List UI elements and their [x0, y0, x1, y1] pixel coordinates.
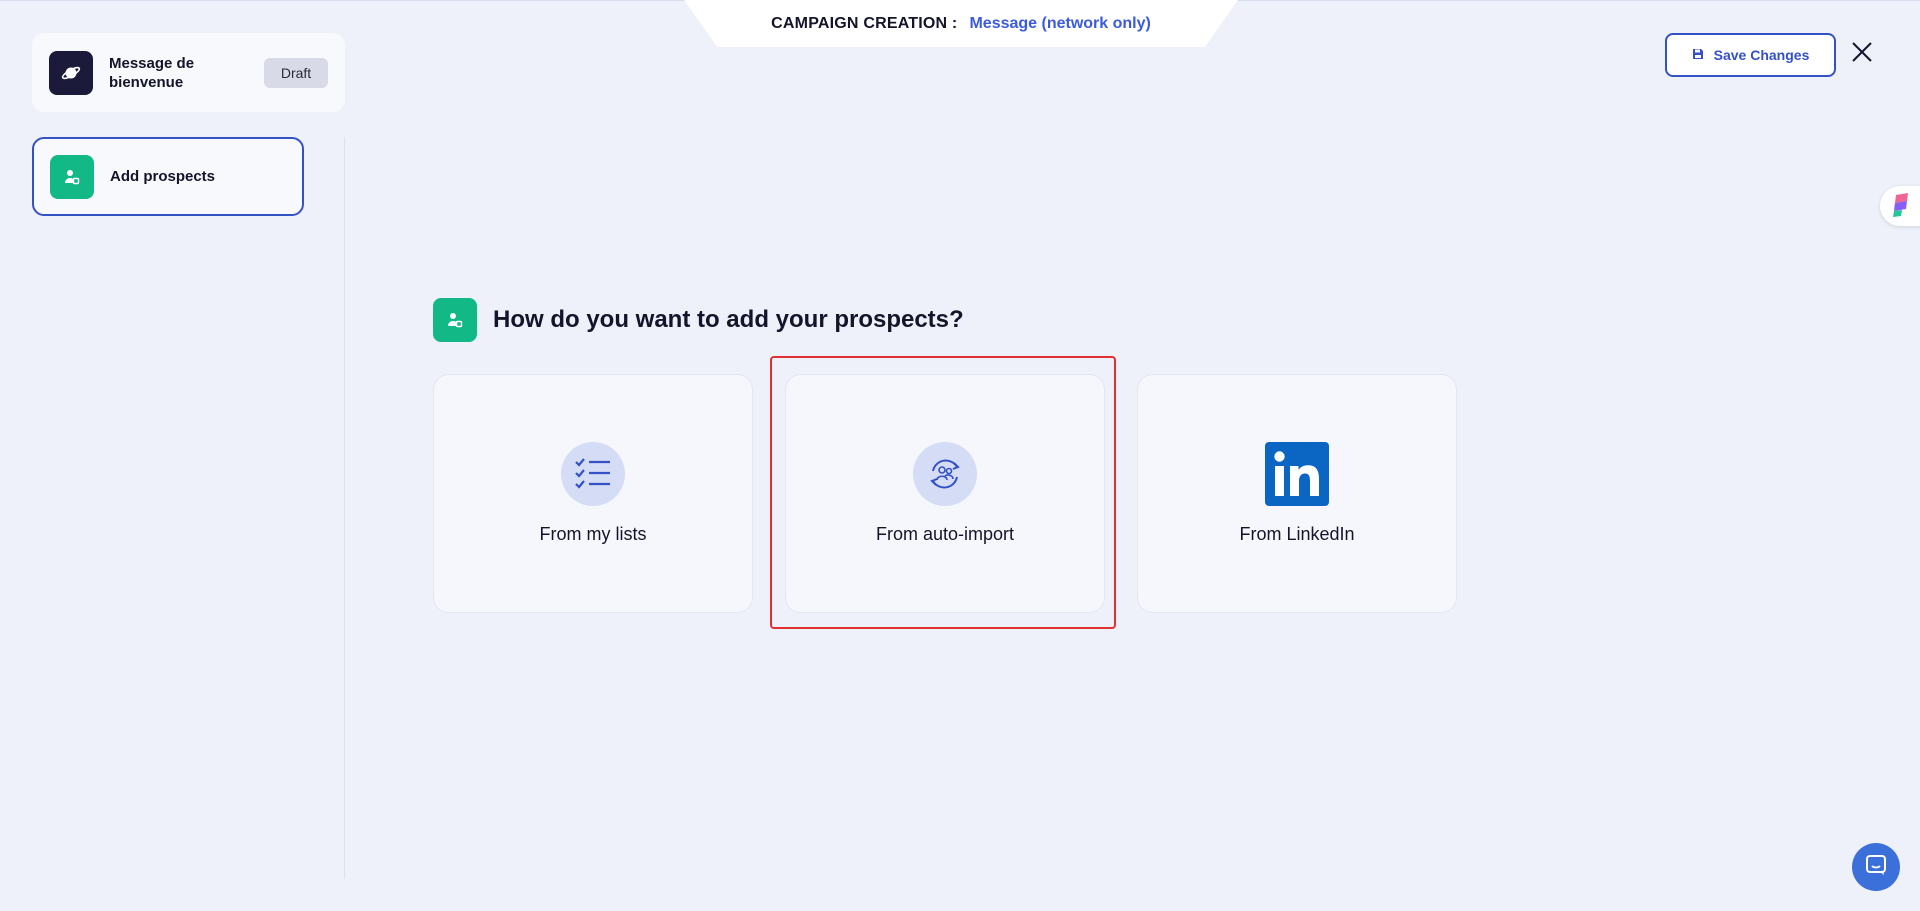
save-changes-button[interactable]: Save Changes: [1665, 33, 1836, 77]
header-label: CAMPAIGN CREATION :: [771, 14, 958, 32]
option-from-my-lists[interactable]: From my lists: [433, 374, 753, 613]
header-campaign-type: Message (network only): [969, 14, 1151, 32]
extension-side-tab[interactable]: [1880, 186, 1920, 226]
option-from-linkedin[interactable]: From LinkedIn: [1137, 374, 1457, 613]
save-changes-label: Save Changes: [1713, 47, 1810, 63]
checklist-icon: [561, 442, 625, 506]
add-user-icon: [433, 298, 477, 342]
campaign-card[interactable]: Message de bienvenue Draft: [32, 33, 345, 112]
add-user-icon: [50, 154, 94, 199]
close-icon[interactable]: [1850, 40, 1874, 64]
sidebar-step-label: Add prospects: [110, 168, 216, 185]
sidebar-step-add-prospects[interactable]: Add prospects: [32, 137, 304, 216]
linkedin-icon: [1265, 442, 1329, 506]
status-badge: Draft: [264, 57, 328, 88]
chat-icon: [1865, 854, 1887, 881]
question-section-icon: [433, 298, 477, 342]
campaign-type-header: CAMPAIGN CREATION : Message (network onl…: [684, 0, 1238, 47]
option-from-auto-import[interactable]: From auto-import: [785, 374, 1105, 613]
chat-support-button[interactable]: [1852, 843, 1900, 891]
sync-users-icon: [913, 442, 977, 506]
campaign-name: Message de bienvenue: [109, 54, 195, 91]
extension-logo-icon: [1892, 191, 1914, 222]
save-icon: [1692, 47, 1704, 63]
option-label: From my lists: [539, 524, 647, 544]
planet-icon: [49, 50, 93, 95]
page-title: How do you want to add your prospects?: [493, 306, 964, 333]
option-label: From auto-import: [875, 524, 1015, 544]
sidebar-divider: [344, 137, 345, 879]
option-label: From LinkedIn: [1239, 524, 1355, 544]
